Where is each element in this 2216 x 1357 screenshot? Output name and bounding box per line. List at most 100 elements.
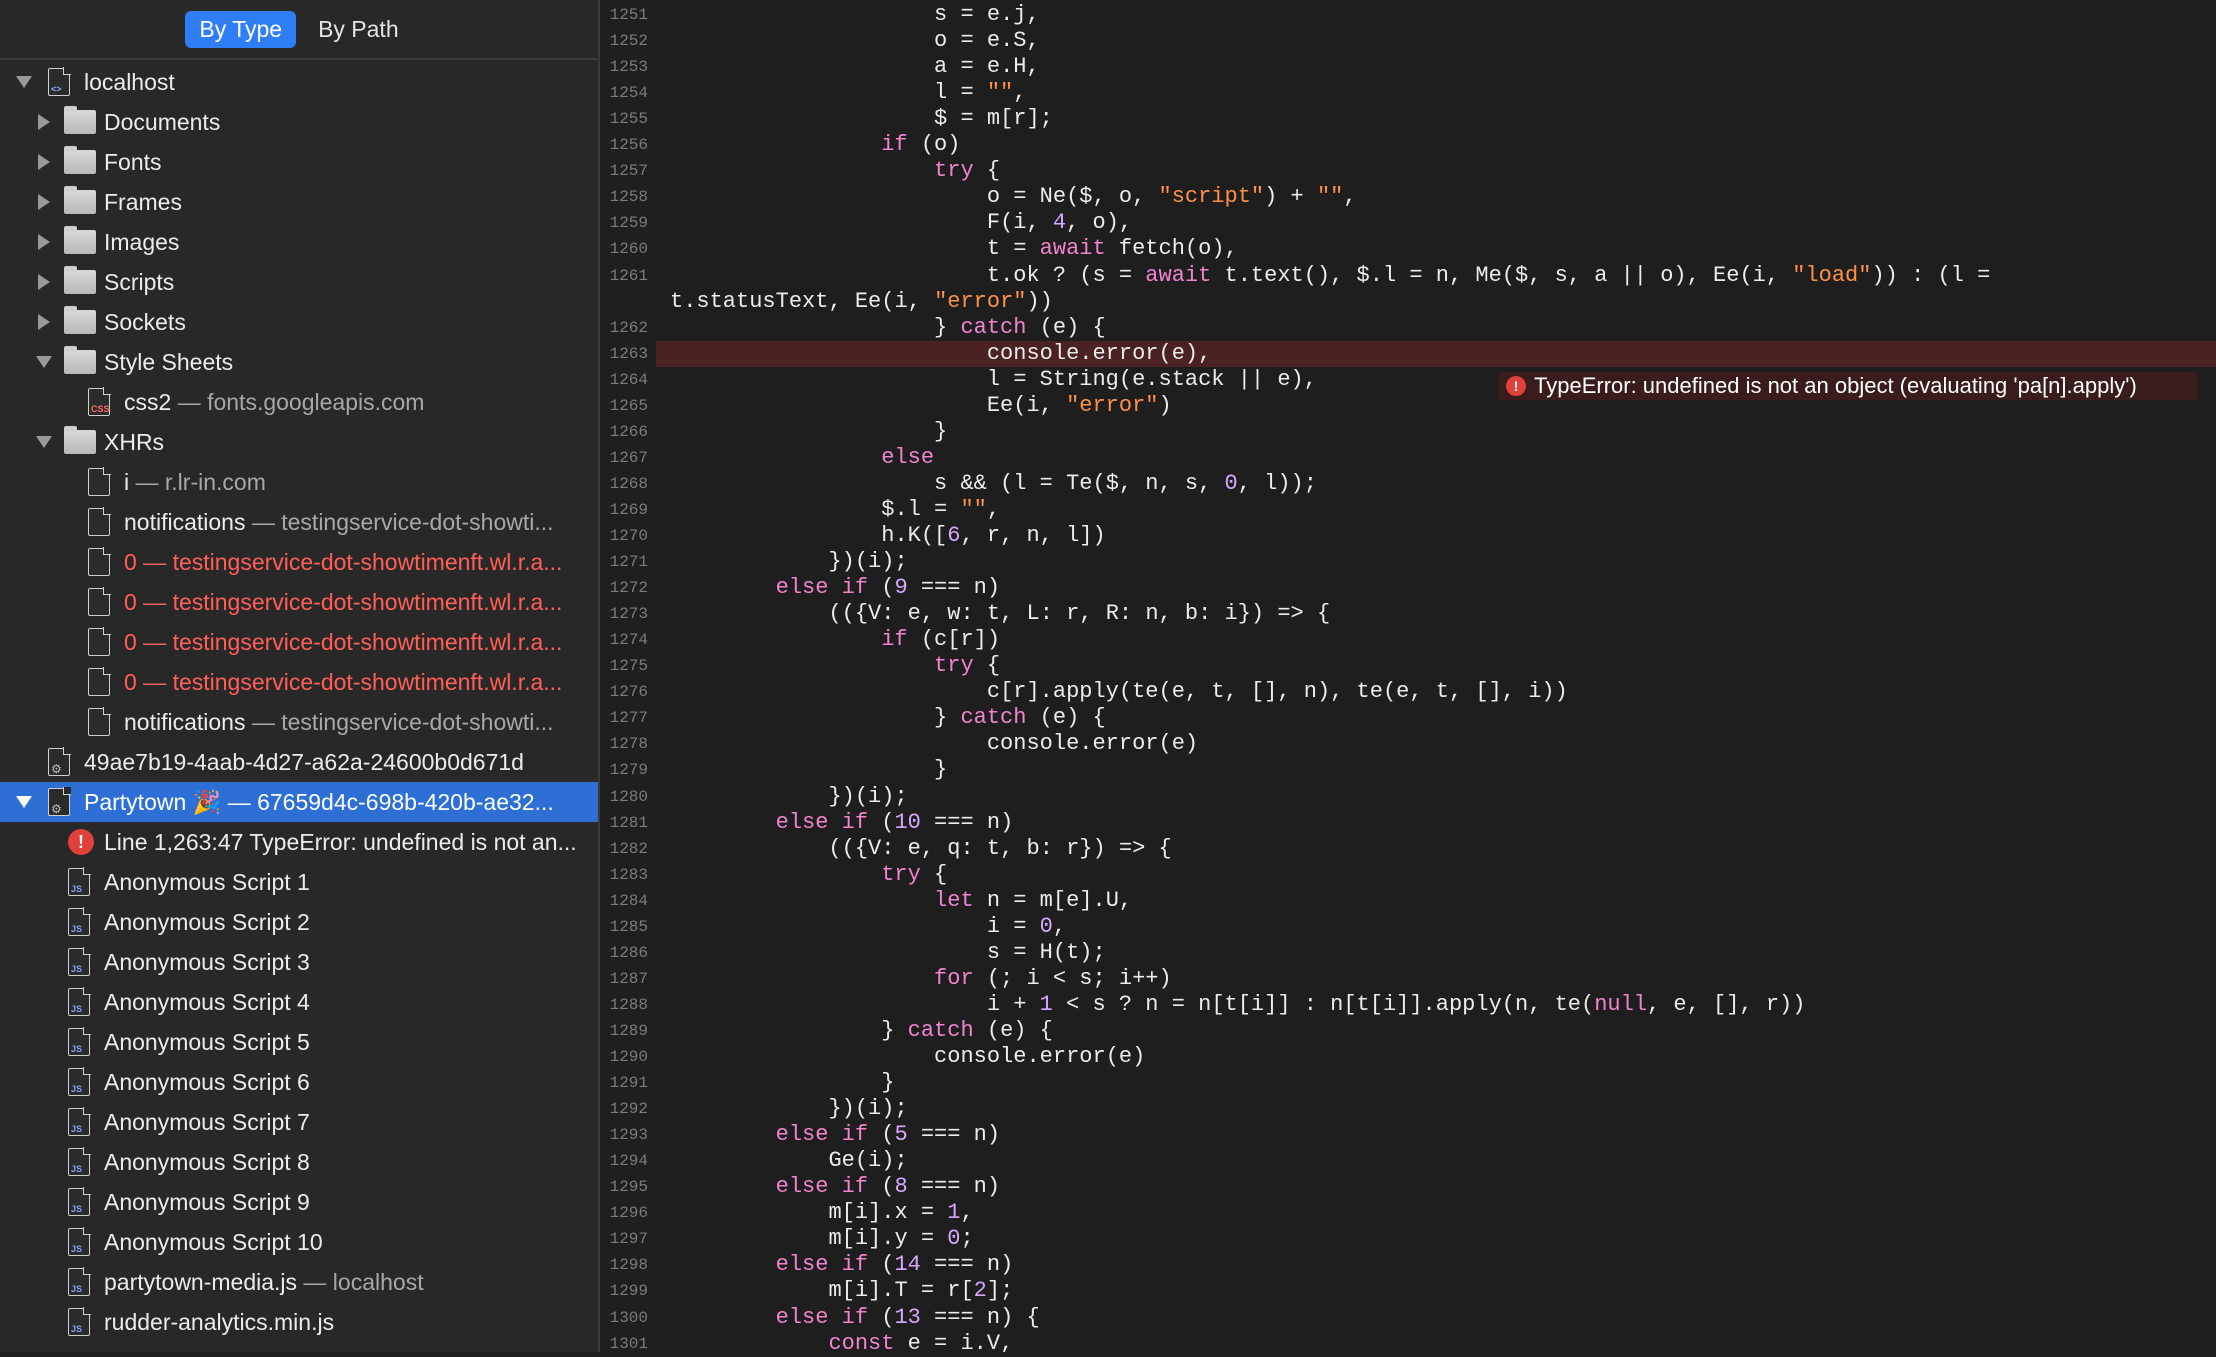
folder-style-sheets[interactable]: Style Sheets <box>0 342 598 382</box>
line-number[interactable]: 1288 <box>610 992 648 1018</box>
xhr-item-failed[interactable]: 0 — testingservice-dot-showtimenft.wl.r.… <box>0 622 598 662</box>
anonymous-script-item[interactable]: JS Anonymous Script 3 <box>0 942 598 982</box>
anonymous-script-item[interactable]: JS Anonymous Script 9 <box>0 1182 598 1222</box>
worker-item[interactable]: ⚙ 49ae7b19-4aab-4d27-a62a-24600b0d671d <box>0 742 598 782</box>
xhr-item[interactable]: notifications — testingservice-dot-showt… <box>0 502 598 542</box>
code-token: ]. <box>868 1278 895 1304</box>
line-number[interactable]: 1255 <box>610 106 648 132</box>
line-number[interactable]: 1283 <box>610 862 648 888</box>
folder-sockets[interactable]: Sockets <box>0 302 598 342</box>
line-number[interactable]: 1298 <box>610 1252 648 1278</box>
anonymous-script-item[interactable]: JS Anonymous Script 6 <box>0 1062 598 1102</box>
line-number[interactable]: 1301 <box>610 1331 648 1357</box>
line-number[interactable]: 1274 <box>610 627 648 653</box>
disclosure-expanded-icon[interactable] <box>16 76 32 88</box>
line-number[interactable]: 1290 <box>610 1044 648 1070</box>
folder-scripts[interactable]: Scripts <box>0 262 598 302</box>
xhr-item-failed[interactable]: 0 — testingservice-dot-showtimenft.wl.r.… <box>0 542 598 582</box>
line-number[interactable]: 1254 <box>610 80 648 106</box>
anonymous-script-item[interactable]: JS Anonymous Script 10 <box>0 1222 598 1262</box>
xhr-item-failed[interactable]: 0 — testingservice-dot-showtimenft.wl.r.… <box>0 662 598 702</box>
line-number[interactable]: 1282 <box>610 836 648 862</box>
folder-fonts[interactable]: Fonts <box>0 142 598 182</box>
anonymous-script-item[interactable]: JS Anonymous Script 1 <box>0 862 598 902</box>
line-number[interactable]: 1277 <box>610 705 648 731</box>
line-number[interactable]: 1262 <box>610 315 648 341</box>
folder-frames[interactable]: Frames <box>0 182 598 222</box>
line-number[interactable]: 1273 <box>610 601 648 627</box>
anonymous-script-item[interactable]: JS Anonymous Script 5 <box>0 1022 598 1062</box>
line-number[interactable]: 1270 <box>610 523 648 549</box>
code-token: Ge <box>828 1148 855 1174</box>
xhr-item-failed[interactable]: 0 — testingservice-dot-showtimenft.wl.r.… <box>0 582 598 622</box>
line-number[interactable]: 1263 <box>610 341 648 367</box>
line-number[interactable]: 1300 <box>610 1305 648 1331</box>
disclosure-collapsed-icon[interactable] <box>38 194 50 210</box>
line-number[interactable]: 1295 <box>610 1174 648 1200</box>
anonymous-script-item[interactable]: JS Anonymous Script 8 <box>0 1142 598 1182</box>
line-number[interactable]: 1268 <box>610 471 648 497</box>
line-number[interactable]: 1259 <box>610 210 648 236</box>
code-editor[interactable]: s = e.j, o = e.S, a = e.H, l = "", $ = m… <box>656 0 2216 1352</box>
resource-css2[interactable]: CSS css2 — fonts.googleapis.com <box>0 382 598 422</box>
line-number[interactable]: 1266 <box>610 419 648 445</box>
line-number[interactable]: 1253 <box>610 54 648 80</box>
code-token: e <box>1132 366 1146 392</box>
folder-images[interactable]: Images <box>0 222 598 262</box>
line-number[interactable]: 1272 <box>610 575 648 601</box>
disclosure-collapsed-icon[interactable] <box>38 314 50 330</box>
anonymous-script-item[interactable]: JS Anonymous Script 4 <box>0 982 598 1022</box>
disclosure-collapsed-icon[interactable] <box>38 114 50 130</box>
code-token: ( <box>1739 262 1753 288</box>
anonymous-script-item[interactable]: JS Anonymous Script 2 <box>0 902 598 942</box>
line-number[interactable]: 1284 <box>610 888 648 914</box>
worker-partytown[interactable]: ⚙ Partytown 🎉 — 67659d4c-698b-420b-ae32..… <box>0 782 598 822</box>
xhr-item[interactable]: notifications — testingservice-dot-showt… <box>0 702 598 742</box>
line-number[interactable]: 1265 <box>610 393 648 419</box>
line-number[interactable]: 1261 <box>610 263 648 289</box>
disclosure-collapsed-icon[interactable] <box>38 274 50 290</box>
tree-localhost[interactable]: <> localhost <box>0 62 598 102</box>
line-number[interactable]: 1251 <box>610 2 648 28</box>
line-number[interactable]: 1285 <box>610 914 648 940</box>
xhr-item[interactable]: i — r.lr-in.com <box>0 462 598 502</box>
line-number[interactable]: 1264 <box>610 367 648 393</box>
by-type-button[interactable]: By Type <box>185 10 297 48</box>
line-number[interactable]: 1296 <box>610 1200 648 1226</box>
line-number[interactable]: 1292 <box>610 1096 648 1122</box>
line-number[interactable]: 1276 <box>610 679 648 705</box>
disclosure-expanded-icon[interactable] <box>36 436 52 448</box>
line-number[interactable]: 1260 <box>610 236 648 262</box>
line-number[interactable]: 1269 <box>610 497 648 523</box>
line-number[interactable]: 1252 <box>610 28 648 54</box>
line-number[interactable]: 1291 <box>610 1070 648 1096</box>
line-number[interactable]: 1278 <box>610 731 648 757</box>
line-number[interactable]: 1267 <box>610 445 648 471</box>
line-number[interactable]: 1286 <box>610 940 648 966</box>
line-number[interactable]: 1281 <box>610 810 648 836</box>
resource-rudder-analytics[interactable]: JS rudder-analytics.min.js <box>0 1302 598 1342</box>
line-number[interactable]: 1280 <box>610 784 648 810</box>
line-number[interactable]: 1256 <box>610 132 648 158</box>
line-number[interactable]: 1294 <box>610 1148 648 1174</box>
line-number[interactable]: 1289 <box>610 1018 648 1044</box>
line-number[interactable]: 1271 <box>610 549 648 575</box>
error-item[interactable]: ! Line 1,263:47 TypeError: undefined is n… <box>0 822 598 862</box>
resource-partytown-media[interactable]: JS partytown-media.js — localhost <box>0 1262 598 1302</box>
line-number[interactable]: 1275 <box>610 653 648 679</box>
disclosure-expanded-icon[interactable] <box>36 356 52 368</box>
anonymous-script-item[interactable]: JS Anonymous Script 7 <box>0 1102 598 1142</box>
line-number[interactable]: 1257 <box>610 158 648 184</box>
line-number[interactable]: 1258 <box>610 184 648 210</box>
line-number[interactable]: 1279 <box>610 757 648 783</box>
disclosure-collapsed-icon[interactable] <box>38 234 50 250</box>
line-number[interactable]: 1299 <box>610 1278 648 1304</box>
disclosure-expanded-icon[interactable] <box>16 796 32 808</box>
by-path-button[interactable]: By Path <box>304 11 413 48</box>
line-number[interactable]: 1297 <box>610 1226 648 1252</box>
line-number[interactable]: 1287 <box>610 966 648 992</box>
folder-documents[interactable]: Documents <box>0 102 598 142</box>
line-number[interactable]: 1293 <box>610 1122 648 1148</box>
folder-xhrs[interactable]: XHRs <box>0 422 598 462</box>
disclosure-collapsed-icon[interactable] <box>38 154 50 170</box>
